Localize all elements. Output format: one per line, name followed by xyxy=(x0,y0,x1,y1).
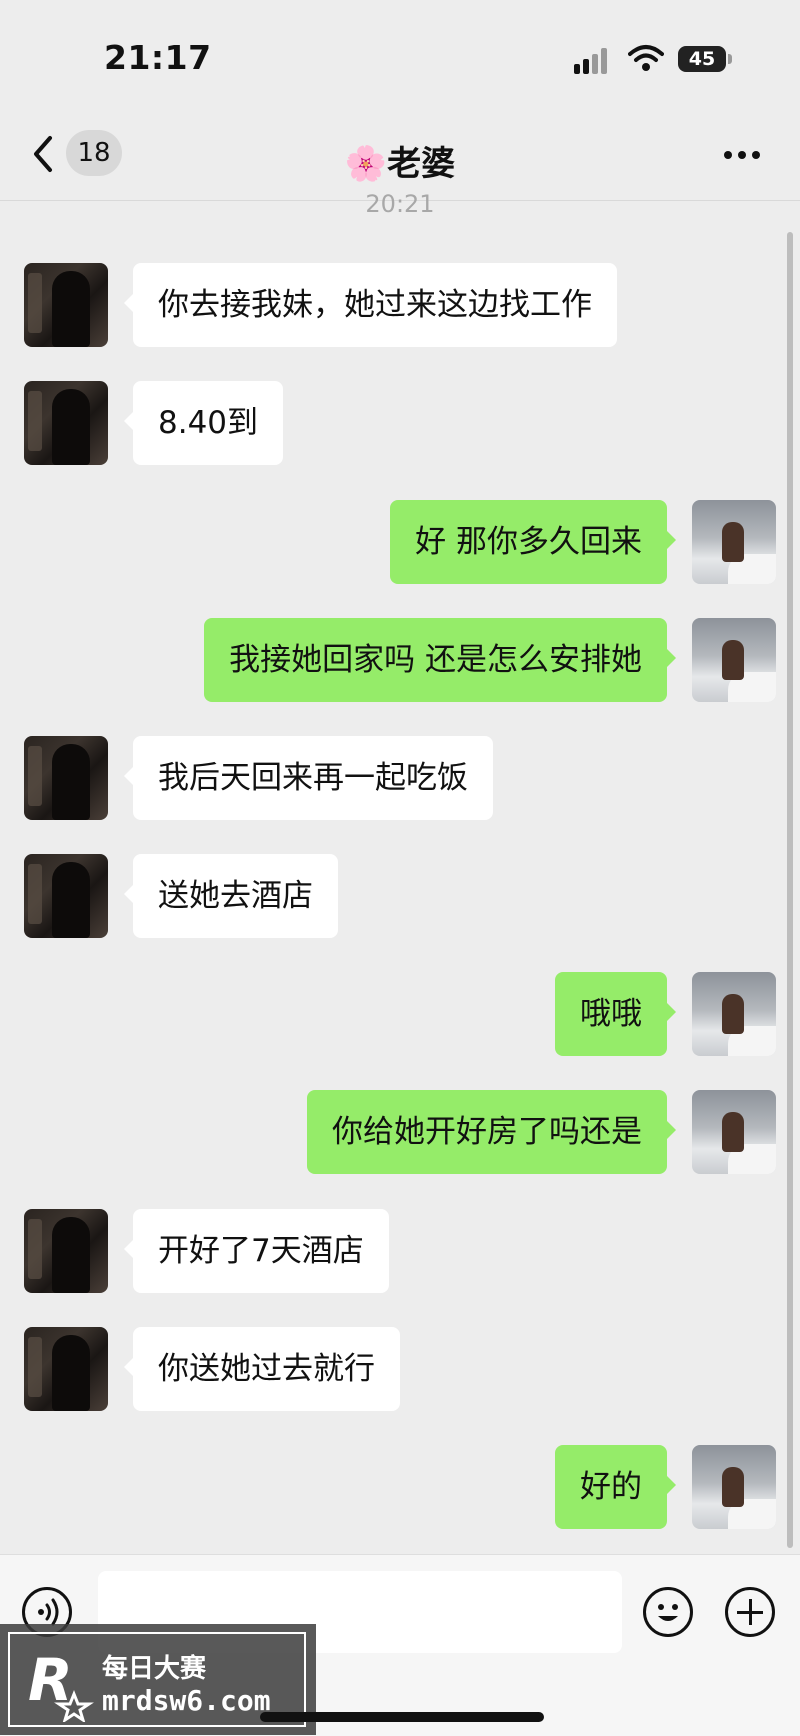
contact-avatar[interactable] xyxy=(24,1327,108,1411)
message-row: 8.40到 xyxy=(0,381,800,465)
my-avatar[interactable] xyxy=(692,972,776,1056)
received-message-bubble[interactable]: 我后天回来再一起吃饭 xyxy=(124,736,493,820)
message-row: 我接她回家吗 还是怎么安排她 xyxy=(0,618,800,702)
message-row: 开好了7天酒店 xyxy=(0,1209,800,1293)
message-row: 我后天回来再一起吃饭 xyxy=(0,736,800,820)
watermark-title: 每日大赛 xyxy=(102,1654,207,1684)
status-time: 21:17 xyxy=(104,38,212,77)
contact-avatar[interactable] xyxy=(24,854,108,938)
message-timestamp: 20:21 xyxy=(365,190,435,218)
sent-message-bubble[interactable]: 好的 xyxy=(555,1445,676,1529)
message-row: 你给她开好房了吗还是 xyxy=(0,1090,800,1174)
emoji-icon[interactable] xyxy=(643,1587,693,1637)
wifi-icon xyxy=(628,45,664,71)
battery-tip xyxy=(728,54,732,64)
my-avatar[interactable] xyxy=(692,618,776,702)
received-message-bubble[interactable]: 你送她过去就行 xyxy=(124,1327,400,1411)
my-avatar[interactable] xyxy=(692,500,776,584)
chat-header: 18 🌸老婆 xyxy=(0,110,800,201)
received-message-bubble[interactable]: 送她去酒店 xyxy=(124,854,338,938)
sent-message-bubble[interactable]: 我接她回家吗 还是怎么安排她 xyxy=(204,618,676,702)
received-message-bubble[interactable]: 开好了7天酒店 xyxy=(124,1209,389,1293)
message-row: 好 那你多久回来 xyxy=(0,500,800,584)
message-row: 送她去酒店 xyxy=(0,854,800,938)
contact-avatar[interactable] xyxy=(24,381,108,465)
contact-avatar[interactable] xyxy=(24,736,108,820)
message-row: 哦哦 xyxy=(0,972,800,1056)
plus-icon[interactable] xyxy=(725,1587,775,1637)
received-message-bubble[interactable]: 8.40到 xyxy=(123,381,284,465)
my-avatar[interactable] xyxy=(692,1090,776,1174)
message-row: 好的 xyxy=(0,1445,800,1529)
watermark-logo: R xyxy=(28,1646,94,1722)
sent-message-bubble[interactable]: 好 那你多久回来 xyxy=(390,500,676,584)
sent-message-bubble[interactable]: 哦哦 xyxy=(555,972,676,1056)
home-indicator[interactable] xyxy=(260,1712,544,1722)
my-avatar[interactable] xyxy=(692,1445,776,1529)
message-row: 你送她过去就行 xyxy=(0,1327,800,1411)
contact-avatar[interactable] xyxy=(24,263,108,347)
chat-title[interactable]: 🌸老婆 xyxy=(0,136,800,185)
received-message-bubble[interactable]: 你去接我妹，她过来这边找工作 xyxy=(124,263,617,347)
message-row: 你去接我妹，她过来这边找工作 xyxy=(0,263,800,347)
battery-indicator: 45 xyxy=(678,46,726,72)
status-bar: 21:17 45 xyxy=(0,0,800,110)
contact-avatar[interactable] xyxy=(24,1209,108,1293)
cellular-signal-icon xyxy=(574,46,614,74)
more-dots-icon[interactable] xyxy=(722,144,762,164)
sent-message-bubble[interactable]: 你给她开好房了吗还是 xyxy=(307,1090,676,1174)
watermark-url: mrdsw6.com xyxy=(102,1684,271,1717)
